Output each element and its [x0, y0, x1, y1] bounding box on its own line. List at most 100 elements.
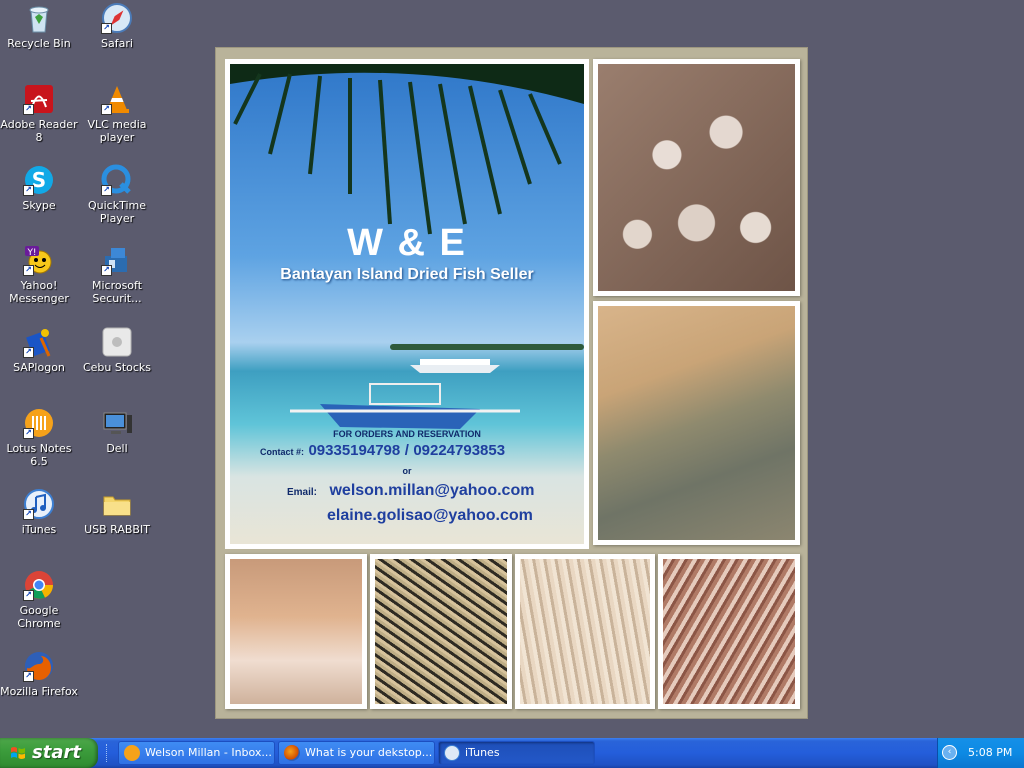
- desktop-icon-microsoft-security[interactable]: ↗ Microsoft Securit...: [78, 244, 156, 305]
- dried-squid-photo: [593, 59, 800, 296]
- taskbar-button-label: Welson Millan - Inbox...: [145, 746, 272, 759]
- contact-line: Contact #: 09335194798 / 09224793853: [260, 442, 584, 460]
- email-label: Email:: [287, 487, 318, 498]
- vlc-icon: ↗: [101, 83, 133, 115]
- shortcut-arrow-icon: ↗: [101, 265, 112, 276]
- yahoo-messenger-icon: Y! ↗: [23, 244, 55, 276]
- desktop-icon-yahoo-messenger[interactable]: Y! ↗ Yahoo! Messenger: [0, 244, 78, 305]
- poster-title: W & E: [347, 222, 467, 264]
- taskbar-grip[interactable]: [106, 744, 110, 762]
- phone-number-2: 09224793853: [413, 442, 506, 459]
- microsoft-security-icon: ↗: [101, 244, 133, 276]
- quicktime-icon: ↗: [101, 164, 133, 196]
- wallpaper-collage: W & E Bantayan Island Dried Fish Seller …: [215, 47, 808, 719]
- desktop-icon-label: QuickTime Player: [87, 199, 147, 225]
- desktop-icon-label: Adobe Reader 8: [0, 118, 78, 144]
- desktop-icon-label: Mozilla Firefox: [0, 685, 78, 698]
- desktop-icon-chrome[interactable]: ↗ Google Chrome: [0, 569, 78, 630]
- phone-separator: /: [404, 442, 409, 459]
- windows-logo-icon: [11, 747, 25, 759]
- dried-fish-photo-4: [658, 554, 800, 709]
- desktop-icon-label: Yahoo! Messenger: [9, 279, 69, 305]
- dried-fish-photo-3: [515, 554, 655, 709]
- desktop-icon-saplogon[interactable]: ↗ SAPlogon: [0, 326, 78, 374]
- shortcut-arrow-icon: ↗: [23, 265, 34, 276]
- shortcut-arrow-icon: ↗: [23, 671, 34, 682]
- wallpaper-poster: W & E Bantayan Island Dried Fish Seller …: [225, 59, 589, 549]
- recycle-bin-icon: [23, 2, 55, 34]
- shortcut-arrow-icon: ↗: [101, 104, 112, 115]
- start-label: start: [32, 742, 81, 763]
- cebu-stocks-icon: [101, 326, 133, 358]
- desktop-icon-dell[interactable]: Dell: [78, 407, 156, 455]
- desktop-icon-label: iTunes: [21, 523, 57, 536]
- lotus-notes-icon: ↗: [23, 407, 55, 439]
- chrome-icon: ↗: [23, 569, 55, 601]
- desktop-icon-label: VLC media player: [87, 118, 147, 144]
- taskbar: start Welson Millan - Inbox... What is y…: [0, 738, 1024, 768]
- desktop-icon-safari[interactable]: ↗ Safari: [78, 2, 156, 50]
- phone-number-1: 09335194798: [308, 442, 401, 459]
- itunes-icon: [444, 745, 460, 761]
- desktop-icon-label: USB RABBIT: [84, 523, 150, 536]
- desktop-icon-quicktime[interactable]: ↗ QuickTime Player: [78, 164, 156, 225]
- desktop-icon-cebu-stocks[interactable]: Cebu Stocks: [78, 326, 156, 374]
- desktop-icon-adobe-reader[interactable]: ↗ Adobe Reader 8: [0, 83, 78, 144]
- taskbar-button-label: iTunes: [465, 746, 500, 759]
- lotus-notes-icon: [124, 745, 140, 761]
- taskbar-button-firefox[interactable]: What is your dekstop...: [278, 741, 435, 765]
- desktop-icon-skype[interactable]: S ↗ Skype: [0, 164, 78, 212]
- email-1: welson.millan@yahoo.com: [329, 482, 535, 499]
- boat-graphic: [290, 359, 520, 429]
- system-tray: ‹ 5:08 PM: [937, 738, 1024, 768]
- shortcut-arrow-icon: ↗: [23, 347, 34, 358]
- chevron-left-icon[interactable]: ‹: [942, 745, 957, 760]
- desktop-icon-usb-rabbit[interactable]: USB RABBIT: [78, 488, 156, 536]
- shortcut-arrow-icon: ↗: [101, 23, 112, 34]
- beach-photo: W & E Bantayan Island Dried Fish Seller …: [230, 64, 584, 544]
- saplogon-icon: ↗: [23, 326, 55, 358]
- folder-icon: [101, 488, 133, 520]
- dried-fish-photo-1: [225, 554, 367, 709]
- itunes-icon: ↗: [23, 488, 55, 520]
- taskbar-button-itunes[interactable]: iTunes: [438, 741, 595, 765]
- desktop-icon-label: Lotus Notes 6.5: [6, 442, 72, 468]
- desktop-icon-vlc[interactable]: ↗ VLC media player: [78, 83, 156, 144]
- clock[interactable]: 5:08 PM: [968, 738, 1012, 768]
- desktop-icon-label: Google Chrome: [17, 604, 61, 630]
- shortcut-arrow-icon: ↗: [23, 428, 34, 439]
- desktop-icon-label: Microsoft Securit...: [91, 279, 143, 305]
- taskbar-button-lotus-notes[interactable]: Welson Millan - Inbox...: [118, 741, 275, 765]
- shortcut-arrow-icon: ↗: [23, 590, 34, 601]
- desktop-icon-label: Skype: [22, 199, 56, 212]
- contact-label: Contact #:: [260, 447, 305, 457]
- desktop-icon-label: Cebu Stocks: [82, 361, 152, 374]
- email-2: elaine.golisao@yahoo.com: [327, 507, 533, 524]
- shortcut-arrow-icon: ↗: [23, 509, 34, 520]
- desktop-icon-label: Dell: [106, 442, 128, 455]
- shortcut-arrow-icon: ↗: [23, 185, 34, 196]
- firefox-icon: [284, 745, 300, 761]
- or-text: or: [402, 466, 412, 476]
- desktop-icon-lotus-notes[interactable]: ↗ Lotus Notes 6.5: [0, 407, 78, 468]
- adobe-reader-icon: ↗: [23, 83, 55, 115]
- safari-icon: ↗: [101, 2, 133, 34]
- desktop-icon-label: SAPlogon: [13, 361, 65, 374]
- desktop-icon-label: Safari: [101, 37, 133, 50]
- shortcut-arrow-icon: ↗: [23, 104, 34, 115]
- dell-icon: [101, 407, 133, 439]
- dried-fish-pile-photo: [593, 301, 800, 545]
- start-button[interactable]: start: [0, 738, 98, 768]
- desktop-icon-label: Recycle Bin: [7, 37, 71, 50]
- svg-text:Y!: Y!: [26, 248, 36, 258]
- email-line: Email: welson.millan@yahoo.com: [287, 482, 584, 500]
- orders-heading: FOR ORDERS AND RESERVATION: [333, 429, 481, 439]
- desktop-icon-itunes[interactable]: ↗ iTunes: [0, 488, 78, 536]
- poster-subtitle: Bantayan Island Dried Fish Seller: [280, 266, 534, 283]
- desktop-icon-firefox[interactable]: ↗ Mozilla Firefox: [0, 650, 78, 698]
- taskbar-button-label: What is your dekstop...: [305, 746, 433, 759]
- skype-icon: S ↗: [23, 164, 55, 196]
- dried-anchovy-photo: [370, 554, 512, 709]
- shortcut-arrow-icon: ↗: [101, 185, 112, 196]
- desktop-icon-recycle-bin[interactable]: Recycle Bin: [0, 2, 78, 50]
